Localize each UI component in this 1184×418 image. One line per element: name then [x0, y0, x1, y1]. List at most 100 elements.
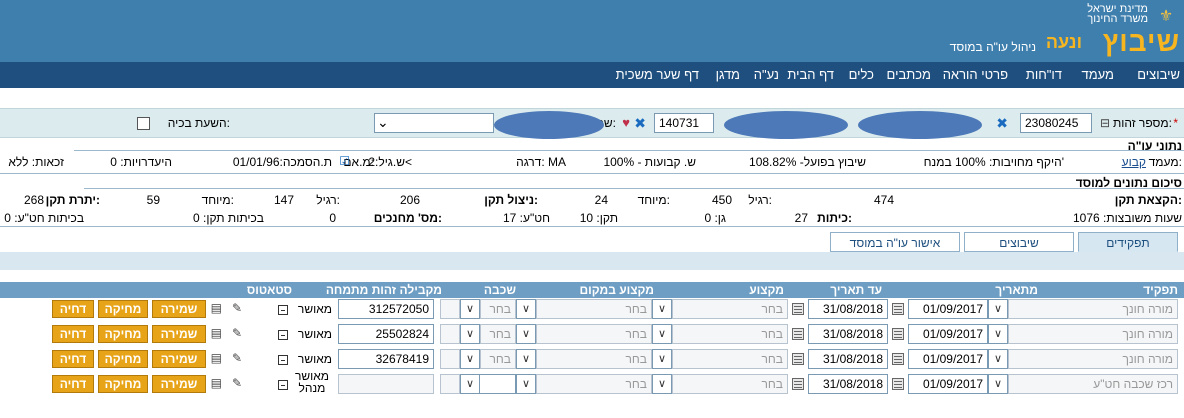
from-date-input[interactable]: 01/09/2017: [908, 299, 988, 319]
role-dropdown[interactable]: ∨: [988, 324, 1008, 344]
tab-roles[interactable]: תפקידים: [1078, 232, 1178, 252]
parallel-field[interactable]: [440, 374, 460, 394]
from-date-input[interactable]: 01/09/2017: [908, 324, 988, 344]
from-date-input[interactable]: 01/09/2017: [908, 374, 988, 394]
status-toggle-icon[interactable]: [278, 380, 288, 390]
intern-id-input[interactable]: 32678419: [338, 349, 434, 369]
subject-local-select[interactable]: בחר: [536, 324, 652, 344]
edit-icon[interactable]: ✎: [232, 351, 242, 365]
layer-select[interactable]: בחר: [480, 324, 516, 344]
calendar-icon[interactable]: [792, 328, 804, 340]
to-date-input[interactable]: 31/08/2018: [808, 324, 888, 344]
subject-dropdown[interactable]: ∨: [652, 374, 672, 394]
subject-local-dropdown[interactable]: ∨: [516, 374, 536, 394]
calendar-icon[interactable]: [792, 303, 804, 315]
subject-local-dropdown[interactable]: ∨: [516, 349, 536, 369]
layer-dropdown[interactable]: ∨: [460, 374, 480, 394]
subject-local-select[interactable]: בחר: [536, 299, 652, 319]
tab-approval[interactable]: אישור עו"ה במוסד: [830, 232, 960, 252]
subject-dropdown[interactable]: ∨: [652, 349, 672, 369]
status-toggle-icon[interactable]: [278, 330, 288, 340]
reject-button[interactable]: דחיה: [52, 350, 94, 368]
parallel-field[interactable]: [440, 299, 460, 319]
save-button[interactable]: שמירה: [152, 300, 206, 318]
subject-dropdown[interactable]: ∨: [652, 324, 672, 344]
delete-button[interactable]: מחיקה: [98, 350, 148, 368]
nav-mashkit[interactable]: דף שער משכית: [616, 67, 699, 82]
reject-button[interactable]: דחיה: [52, 325, 94, 343]
nav-reports[interactable]: דו"חות: [1026, 67, 1062, 82]
nav-madgan[interactable]: מדגן: [716, 67, 740, 82]
intern-id-input[interactable]: 25502824: [338, 324, 434, 344]
parallel-field[interactable]: [440, 324, 460, 344]
subject-select[interactable]: בחר: [672, 299, 788, 319]
role-dropdown[interactable]: ∨: [988, 349, 1008, 369]
apple-icon[interactable]: ♥: [622, 115, 630, 130]
role-dropdown[interactable]: ∨: [988, 374, 1008, 394]
nav-placements[interactable]: שיבוצים: [1137, 67, 1180, 82]
status-link[interactable]: קבוע: [1122, 155, 1146, 169]
layer-select[interactable]: בחר: [480, 349, 516, 369]
nav-naa[interactable]: נע"ה: [754, 67, 779, 82]
nav-tools[interactable]: כלים: [849, 67, 874, 82]
role-field[interactable]: מורה חונך: [1008, 299, 1178, 319]
calendar-icon[interactable]: [892, 328, 904, 340]
role-dropdown[interactable]: ∨: [988, 299, 1008, 319]
to-date-input[interactable]: 31/08/2018: [808, 374, 888, 394]
subject-select[interactable]: בחר: [672, 349, 788, 369]
calendar-icon[interactable]: [792, 378, 804, 390]
edit-icon[interactable]: ✎: [232, 376, 242, 390]
role-field[interactable]: מורה חונך: [1008, 324, 1178, 344]
delete-button[interactable]: מחיקה: [98, 375, 148, 393]
role-field[interactable]: מורה חונך: [1008, 349, 1178, 369]
document-icon[interactable]: ▤: [211, 326, 222, 340]
layer-dropdown[interactable]: ∨: [460, 349, 480, 369]
from-date-input[interactable]: 01/09/2017: [908, 349, 988, 369]
document-icon[interactable]: ▤: [211, 351, 222, 365]
nav-letters[interactable]: מכתבים: [887, 67, 931, 82]
to-date-input[interactable]: 31/08/2018: [808, 299, 888, 319]
delete-button[interactable]: מחיקה: [98, 300, 148, 318]
layer-select[interactable]: בחר: [480, 299, 516, 319]
calendar-icon[interactable]: [892, 353, 904, 365]
name-select[interactable]: ⌄: [374, 113, 494, 133]
role-field[interactable]: רכז שכבה חט"ע: [1008, 374, 1178, 394]
subject-select[interactable]: בחר: [672, 374, 788, 394]
subject-select[interactable]: בחר: [672, 324, 788, 344]
delete-button[interactable]: מחיקה: [98, 325, 148, 343]
nav-teaching-details[interactable]: פרטי הוראה: [943, 67, 1008, 82]
calendar-icon[interactable]: [892, 378, 904, 390]
reject-button[interactable]: דחיה: [52, 375, 94, 393]
status-toggle-icon[interactable]: [278, 305, 288, 315]
pregnancy-checkbox[interactable]: [137, 117, 150, 130]
layer-dropdown[interactable]: ∨: [460, 324, 480, 344]
edit-icon[interactable]: ✎: [232, 326, 242, 340]
to-date-input[interactable]: 31/08/2018: [808, 349, 888, 369]
save-button[interactable]: שמירה: [152, 375, 206, 393]
search-id-icon[interactable]: ✖: [996, 115, 1008, 132]
intern-id-input[interactable]: 312572050: [338, 299, 434, 319]
subject-local-dropdown[interactable]: ∨: [516, 299, 536, 319]
id-input[interactable]: 23080245: [1020, 113, 1092, 133]
save-button[interactable]: שמירה: [152, 325, 206, 343]
layer-dropdown[interactable]: ∨: [460, 299, 480, 319]
edit-icon[interactable]: ✎: [232, 301, 242, 315]
secondary-id-input[interactable]: 140731: [654, 113, 714, 133]
tab-placements[interactable]: שיבוצים: [964, 232, 1074, 252]
nav-home[interactable]: דף הבית: [787, 67, 834, 82]
subject-local-select[interactable]: בחר: [536, 374, 652, 394]
status-toggle-icon[interactable]: [278, 355, 288, 365]
calendar-icon[interactable]: [892, 303, 904, 315]
parallel-field[interactable]: [440, 349, 460, 369]
search-name-icon[interactable]: ✖: [634, 115, 646, 132]
subject-dropdown[interactable]: ∨: [652, 299, 672, 319]
document-icon[interactable]: ▤: [211, 376, 222, 390]
calendar-icon[interactable]: [792, 353, 804, 365]
collapse-icon[interactable]: ⊟: [1100, 116, 1110, 130]
document-icon[interactable]: ▤: [211, 301, 222, 315]
subject-local-select[interactable]: בחר: [536, 349, 652, 369]
subject-local-dropdown[interactable]: ∨: [516, 324, 536, 344]
save-button[interactable]: שמירה: [152, 350, 206, 368]
reject-button[interactable]: דחיה: [52, 300, 94, 318]
intern-id-input[interactable]: [338, 374, 434, 394]
